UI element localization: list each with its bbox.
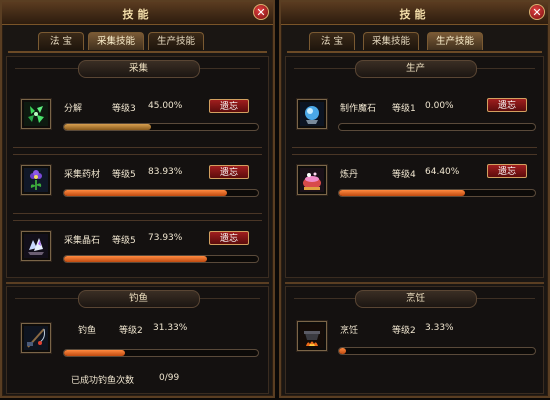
skill-level: 等级2 — [119, 326, 143, 336]
alchemy-cauldron-icon[interactable] — [297, 165, 327, 195]
skill-progress-bar — [338, 347, 536, 355]
skill-name: 炼丹 — [340, 170, 359, 180]
cooking-pot-icon[interactable] — [297, 321, 327, 351]
window-titlebar[interactable]: 技能 ✕ — [281, 2, 548, 25]
window-title: 技能 — [399, 8, 430, 21]
skill-percent: 31.33% — [153, 323, 188, 333]
skill-name: 烹饪 — [340, 326, 359, 336]
close-icon[interactable]: ✕ — [529, 4, 545, 20]
forget-button[interactable]: 遗忘 — [209, 99, 249, 113]
section-title: 生产 — [354, 60, 477, 78]
section-header: 烹饪 — [286, 287, 543, 309]
skill-name: 制作魔石 — [340, 104, 377, 114]
close-icon[interactable]: ✕ — [253, 4, 269, 20]
skill-name: 钓鱼 — [78, 326, 97, 336]
skill-percent: 3.33% — [425, 323, 454, 333]
skill-progress-bar — [63, 123, 259, 131]
production-section: 生产 制作魔石 等级1 0.00% 遗忘 炼丹 等级4 64.40% 遗忘 — [285, 56, 544, 278]
forget-button[interactable]: 遗忘 — [487, 164, 527, 178]
magic-stone-icon[interactable] — [297, 99, 327, 129]
forget-button[interactable]: 遗忘 — [487, 98, 527, 112]
skill-level: 等级5 — [112, 236, 136, 246]
skill-progress-bar — [63, 349, 259, 357]
skill-percent: 0.00% — [425, 101, 454, 111]
progress-fill — [64, 124, 152, 130]
progress-fill — [64, 350, 125, 356]
section-divider — [6, 282, 269, 284]
tab-treasure[interactable]: 法 宝 — [38, 32, 84, 50]
tab-gathering-skills[interactable]: 采集技能 — [363, 32, 419, 50]
skill-progress-bar — [338, 189, 536, 197]
skill-percent: 64.40% — [425, 167, 460, 177]
skill-percent: 45.00% — [148, 101, 183, 111]
window-titlebar[interactable]: 技能 ✕ — [2, 2, 273, 25]
skill-name: 采集药材 — [64, 170, 101, 180]
progress-fill — [64, 190, 227, 196]
progress-fill — [339, 190, 466, 196]
green-shards-icon[interactable] — [21, 99, 51, 129]
cooking-section: 烹饪 烹饪 等级2 3.33% — [285, 286, 544, 394]
skill-progress-bar — [63, 189, 259, 197]
skill-percent: 73.93% — [148, 233, 183, 243]
skill-level: 等级1 — [392, 104, 416, 114]
tab-production-skills[interactable]: 生产技能 — [148, 32, 204, 50]
forget-button[interactable]: 遗忘 — [209, 231, 249, 245]
tab-bar: 法 宝 采集技能 生产技能 — [287, 32, 542, 53]
skills-window-gathering: 技能 ✕ 法 宝 采集技能 生产技能 采集 分解 等级3 45.00% 遗忘 采… — [0, 0, 275, 398]
section-header: 生产 — [286, 57, 543, 79]
skill-name: 分解 — [64, 104, 83, 114]
skill-percent: 83.93% — [148, 167, 183, 177]
fishing-count-label: 已成功钓鱼次数 — [71, 376, 135, 386]
section-header: 钓鱼 — [7, 287, 268, 309]
fishing-section: 钓鱼 钓鱼 等级2 31.33% 已成功钓鱼次数 0/99 — [6, 286, 269, 394]
skill-level: 等级5 — [112, 170, 136, 180]
skill-level: 等级4 — [392, 170, 416, 180]
crystal-ore-icon[interactable] — [21, 231, 51, 261]
skill-level: 等级2 — [392, 326, 416, 336]
skill-progress-bar — [338, 123, 536, 131]
fishing-rod-icon[interactable] — [21, 323, 51, 353]
gather-section: 采集 分解 等级3 45.00% 遗忘 采集药材 等级5 83.93% 遗忘 采… — [6, 56, 269, 278]
section-header: 采集 — [7, 57, 268, 79]
tab-gathering-skills[interactable]: 采集技能 — [88, 32, 144, 50]
section-title: 采集 — [77, 60, 200, 78]
progress-fill — [339, 348, 346, 354]
fishing-count-value: 0/99 — [159, 373, 180, 383]
skill-progress-bar — [63, 255, 259, 263]
skills-window-production: 技能 ✕ 法 宝 采集技能 生产技能 生产 制作魔石 等级1 0.00% 遗忘 … — [279, 0, 550, 398]
tab-bar: 法 宝 采集技能 生产技能 — [8, 32, 267, 53]
tab-production-skills[interactable]: 生产技能 — [427, 32, 483, 50]
skill-name: 采集晶石 — [64, 236, 101, 246]
window-title: 技能 — [122, 8, 153, 21]
tab-treasure[interactable]: 法 宝 — [309, 32, 355, 50]
skill-level: 等级3 — [112, 104, 136, 114]
section-title: 烹饪 — [354, 290, 477, 308]
section-divider — [285, 282, 544, 284]
herb-flower-icon[interactable] — [21, 165, 51, 195]
progress-fill — [64, 256, 208, 262]
section-title: 钓鱼 — [77, 290, 200, 308]
forget-button[interactable]: 遗忘 — [209, 165, 249, 179]
